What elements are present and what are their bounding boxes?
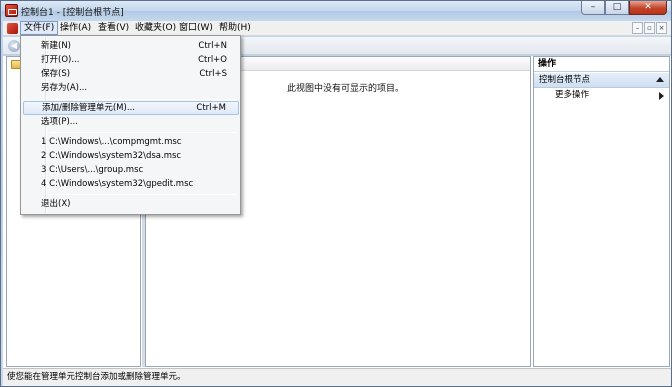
minimize-button[interactable]: – [581, 1, 605, 15]
close-button[interactable]: ✕ [629, 1, 667, 15]
menu-separator [49, 99, 237, 100]
menu-item-shortcut: Ctrl+N [198, 41, 227, 51]
collapse-up-icon[interactable] [656, 77, 664, 82]
menu-bar: 文件(F) 操作(A) 查看(V) 收藏夹(O) 窗口(W) 帮助(H) – ▫… [3, 21, 671, 36]
menu-item-label: 2 C:\Windows\system32\dsa.msc [41, 151, 182, 161]
menu-item-label: 选项(P)... [41, 117, 78, 127]
submenu-arrow-icon [659, 92, 664, 100]
menu-action[interactable]: 操作(A) [57, 21, 94, 35]
caption-buttons: – □ ✕ [581, 1, 667, 15]
menu-item-shortcut: Ctrl+S [199, 69, 227, 79]
status-bar: 使您能在管理单元控制台添加或删除管理单元。 [3, 368, 671, 386]
menu-item-label: 打开(O)... [41, 55, 80, 65]
mdi-restore-button[interactable]: ▫ [644, 22, 655, 34]
menu-item-label: 退出(X) [41, 199, 71, 209]
menu-item-recent-2[interactable]: 2 C:\Windows\system32\dsa.msc [23, 149, 239, 163]
menu-item-label: 另存为(A)... [41, 83, 88, 93]
actions-section-label: 控制台根节点 [539, 75, 591, 85]
menu-item-recent-3[interactable]: 3 C:\Users\...\group.msc [23, 163, 239, 177]
console-root-icon[interactable] [7, 23, 18, 34]
actions-pane: 操作 控制台根节点 更多操作 [533, 56, 670, 367]
menu-view[interactable]: 查看(V) [95, 21, 132, 35]
mdi-controls: – ▫ × [632, 22, 667, 34]
more-actions-label: 更多操作 [555, 90, 590, 100]
menu-item-save-as[interactable]: 另存为(A)... [23, 81, 239, 95]
menu-item-add-remove-snapin[interactable]: 添加/删除管理单元(M)... Ctrl+M [23, 101, 239, 115]
menu-item-recent-1[interactable]: 1 C:\Windows\...\compmgmt.msc [23, 135, 239, 149]
menu-item-shortcut: Ctrl+O [198, 55, 227, 65]
menu-item-label: 保存(S) [41, 69, 71, 79]
menu-item-recent-4[interactable]: 4 C:\Windows\system32\gpedit.msc [23, 177, 239, 191]
menu-favorites[interactable]: 收藏夹(O) [132, 21, 179, 35]
menu-item-shortcut: Ctrl+M [196, 103, 226, 113]
maximize-button[interactable]: □ [605, 1, 629, 15]
empty-view-message: 此视图中没有可显示的项目。 [287, 84, 405, 94]
mdi-close-button[interactable]: × [656, 22, 667, 34]
menu-item-options[interactable]: 选项(P)... [23, 115, 239, 129]
menu-item-exit[interactable]: 退出(X) [23, 197, 239, 211]
title-bar[interactable]: 控制台1 - [控制台根节点] – □ ✕ [1, 1, 671, 21]
actions-section-header[interactable]: 控制台根节点 [534, 73, 669, 88]
menu-item-save[interactable]: 保存(S) Ctrl+S [23, 67, 239, 81]
status-text: 使您能在管理单元控制台添加或删除管理单元。 [7, 372, 186, 382]
menu-file[interactable]: 文件(F) [20, 21, 59, 35]
menu-item-open[interactable]: 打开(O)... Ctrl+O [23, 53, 239, 67]
menu-window[interactable]: 窗口(W) [176, 21, 216, 35]
window-title: 控制台1 - [控制台根节点] [21, 8, 124, 18]
menu-item-new[interactable]: 新建(N) Ctrl+N [23, 39, 239, 53]
menu-item-label: 新建(N) [41, 41, 71, 51]
menu-item-label: 4 C:\Windows\system32\gpedit.msc [41, 179, 194, 189]
mmc-app-icon[interactable] [5, 4, 18, 17]
menu-help[interactable]: 帮助(H) [216, 21, 254, 35]
console-window: 控制台1 - [控制台根节点] – □ ✕ 文件(F) 操作(A) 查看(V) … [0, 0, 672, 387]
menu-item-label: 1 C:\Windows\...\compmgmt.msc [41, 137, 182, 147]
back-arrow-icon[interactable]: ◀ [8, 40, 20, 52]
menu-separator [49, 194, 237, 195]
file-menu-dropdown: 新建(N) Ctrl+N 打开(O)... Ctrl+O 保存(S) Ctrl+… [20, 35, 241, 215]
mdi-minimize-button[interactable]: – [632, 22, 643, 34]
menu-item-label: 添加/删除管理单元(M)... [42, 103, 135, 113]
actions-title: 操作 [534, 57, 669, 72]
menu-separator [49, 132, 237, 133]
menu-item-label: 3 C:\Users\...\group.msc [41, 165, 144, 175]
more-actions-item[interactable]: 更多操作 [534, 89, 669, 103]
